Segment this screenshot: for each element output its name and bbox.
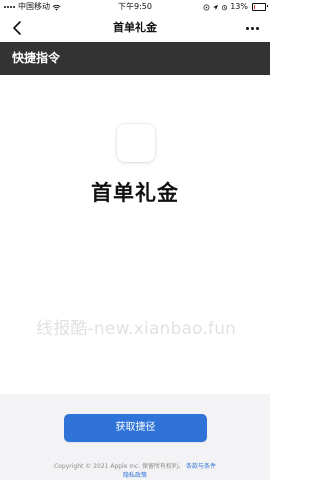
navigation-bar: 首单礼金	[0, 14, 270, 42]
nav-title: 首单礼金	[113, 21, 157, 34]
watermark-text: 线报酷-new.xianbao.fun	[36, 319, 237, 339]
footer: 获取捷径 Copyright © 2021 Apple Inc. 保留所有权利。…	[0, 394, 270, 480]
battery-percent: 13%	[230, 2, 248, 11]
status-time: 下午9:50	[118, 2, 152, 11]
more-dot	[255, 26, 259, 30]
copyright-text: Copyright © 2021 Apple Inc. 保留所有权利。	[54, 463, 185, 470]
more-dot	[245, 26, 249, 30]
copyright-notice: Copyright © 2021 Apple Inc. 保留所有权利。 条款与条…	[0, 463, 270, 480]
status-right: 13%	[203, 0, 268, 14]
terms-link[interactable]: 条款与条件	[186, 463, 216, 470]
section-header: 快捷指令	[0, 42, 270, 75]
battery-icon	[252, 3, 268, 11]
shortcut-page: 中国移动 下午9:50 13% 首单礼金 快捷指令 首单礼金 线报酷-new.x…	[0, 0, 270, 480]
alarm-icon	[222, 4, 228, 10]
shortcut-title: 首单礼金	[91, 181, 179, 205]
navigation-arrow-icon	[213, 4, 219, 10]
privacy-link[interactable]: 隐私政策	[0, 472, 270, 480]
get-shortcut-button[interactable]: 获取捷径	[64, 414, 207, 442]
location-icon	[203, 4, 210, 10]
more-dot	[250, 26, 254, 30]
shortcut-app-icon	[117, 124, 155, 162]
more-button[interactable]	[240, 16, 264, 40]
battery-fill	[254, 5, 255, 9]
status-bar: 中国移动 下午9:50 13%	[0, 0, 270, 14]
